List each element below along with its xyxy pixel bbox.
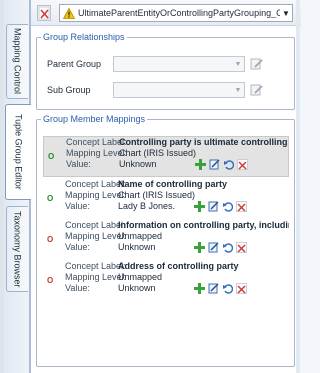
chevron-down-icon[interactable]: ▼: [232, 61, 244, 68]
item-actions: [195, 159, 248, 170]
delete-icon: [38, 6, 50, 20]
value-caption: Value:: [65, 242, 90, 252]
status-indicator: O: [47, 194, 54, 203]
mapping-level-line: Mapping Level: Chart (IRIS Issued): [66, 148, 288, 159]
mapping-level-line: Mapping Level: Unmapped: [65, 272, 289, 283]
mapping-item[interactable]: O Concept Label: Name of controlling party…: [43, 179, 289, 220]
warning-icon: [63, 7, 75, 19]
group-select-value: UltimateParentEntityOrControllingPartyGr…: [78, 8, 280, 18]
tab-taxonomy-browser[interactable]: Taxonomy Browser: [6, 206, 28, 292]
mapping-value: Unknown: [118, 242, 156, 252]
sub-group-select[interactable]: ▼: [113, 82, 245, 98]
concept-line: Concept Label: Information on controlling…: [65, 220, 289, 231]
value-caption: Value:: [66, 159, 91, 169]
group-select[interactable]: UltimateParentEntityOrControllingPartyGr…: [59, 4, 293, 22]
delete-icon[interactable]: [236, 201, 247, 212]
mapping-value: Unknown: [118, 283, 156, 293]
mapping-level-line: Mapping Level: Unmapped: [65, 231, 289, 242]
parent-group-select[interactable]: ▼: [113, 56, 245, 72]
tab-tuple-group-editor[interactable]: Tuple Group Editor: [5, 104, 31, 200]
left-edge-strip: [0, 0, 4, 373]
concept-label-value: Name of controlling party: [118, 179, 228, 189]
edit-icon[interactable]: [209, 159, 220, 170]
group-relationships: Group Relationships Parent Group ▼ Sub G…: [36, 32, 295, 110]
tab-mapping-control-label: Mapping Control: [12, 28, 23, 95]
edit-icon[interactable]: [250, 57, 264, 71]
add-icon[interactable]: [194, 242, 205, 253]
toolbar: UltimateParentEntityOrControllingPartyGr…: [31, 0, 301, 26]
sub-group-label: Sub Group: [47, 85, 91, 95]
delete-icon[interactable]: [237, 159, 248, 170]
delete-icon[interactable]: [236, 242, 247, 253]
tab-mapping-control[interactable]: Mapping Control: [6, 24, 28, 99]
mapping-item[interactable]: O Concept Label: Information on controllin…: [43, 220, 289, 261]
group-member-mappings-legend: Group Member Mappings: [43, 114, 146, 124]
value-line: Value: Unknown: [65, 283, 289, 294]
chevron-down-icon[interactable]: ▼: [280, 9, 292, 18]
edit-icon[interactable]: [250, 83, 264, 97]
parent-group-label: Parent Group: [47, 59, 102, 69]
side-tab-bar: Mapping Control Tuple Group Editor Taxon…: [0, 0, 31, 373]
chevron-down-icon[interactable]: ▼: [232, 87, 244, 94]
tab-taxonomy-browser-label: Taxonomy Browser: [12, 210, 23, 288]
mapping-level-value: Chart (IRIS Issued): [118, 190, 196, 200]
item-actions: [194, 283, 247, 294]
add-icon[interactable]: [195, 159, 206, 170]
status-indicator: O: [47, 235, 54, 244]
edit-icon[interactable]: [208, 242, 219, 253]
group-member-mappings: Group Member Mappings O Concept Label: Con…: [36, 114, 295, 367]
mapping-item[interactable]: O Concept Label: Address of controlling pa…: [43, 261, 289, 302]
undo-icon[interactable]: [222, 201, 233, 212]
undo-icon[interactable]: [222, 242, 233, 253]
undo-icon[interactable]: [223, 159, 234, 170]
edit-icon[interactable]: [208, 283, 219, 294]
value-caption: Value:: [65, 283, 90, 293]
mapping-level-value: Unmapped: [118, 231, 163, 241]
status-indicator: O: [48, 152, 55, 161]
delete-icon[interactable]: [236, 283, 247, 294]
concept-label-value: Address of controlling party: [118, 261, 239, 271]
item-actions: [194, 242, 247, 253]
item-actions: [194, 201, 247, 212]
value-line: Value: Unknown: [65, 242, 289, 253]
undo-icon[interactable]: [222, 283, 233, 294]
concept-label-caption: Concept Label:: [65, 220, 126, 230]
mapping-value: Unknown: [119, 159, 157, 169]
mapping-level-value: Unmapped: [118, 272, 163, 282]
status-indicator: O: [47, 276, 54, 285]
mapping-level-caption: Mapping Level:: [65, 190, 127, 200]
concept-label-caption: Concept Label:: [65, 179, 126, 189]
scrollbar[interactable]: [296, 0, 300, 373]
sub-group-row: Sub Group ▼: [47, 82, 264, 98]
concept-label-value: Controlling party is ultimate controllin…: [119, 137, 288, 147]
tuple-group-editor-panel: UltimateParentEntityOrControllingPartyGr…: [30, 0, 301, 373]
group-relationships-legend: Group Relationships: [43, 32, 125, 42]
value-line: Value: Unknown: [66, 159, 288, 170]
mapping-level-caption: Mapping Level:: [66, 148, 128, 158]
mapping-level-value: Chart (IRIS Issued): [119, 148, 197, 158]
parent-group-row: Parent Group ▼: [47, 56, 264, 72]
value-caption: Value:: [65, 201, 90, 211]
mapping-level-caption: Mapping Level:: [65, 231, 127, 241]
concept-line: Concept Label: Controlling party is ultim…: [66, 137, 288, 148]
mapping-value: Lady B Jones.: [118, 201, 176, 211]
delete-group-button[interactable]: [37, 5, 51, 21]
mapping-level-line: Mapping Level: Chart (IRIS Issued): [65, 190, 289, 201]
tab-tuple-group-editor-label: Tuple Group Editor: [13, 114, 24, 190]
concept-label-caption: Concept Label:: [66, 137, 127, 147]
concept-label-value: Information on controlling party, includ…: [118, 220, 289, 230]
mapping-level-caption: Mapping Level:: [65, 272, 127, 282]
concept-line: Concept Label: Address of controlling par…: [65, 261, 289, 272]
concept-label-caption: Concept Label:: [65, 261, 126, 271]
add-icon[interactable]: [194, 201, 205, 212]
add-icon[interactable]: [194, 283, 205, 294]
edit-icon[interactable]: [208, 201, 219, 212]
value-line: Value: Lady B Jones.: [65, 201, 289, 212]
mapping-item[interactable]: O Concept Label: Controlling party is ulti…: [43, 136, 289, 177]
concept-line: Concept Label: Name of controlling party: [65, 179, 289, 190]
